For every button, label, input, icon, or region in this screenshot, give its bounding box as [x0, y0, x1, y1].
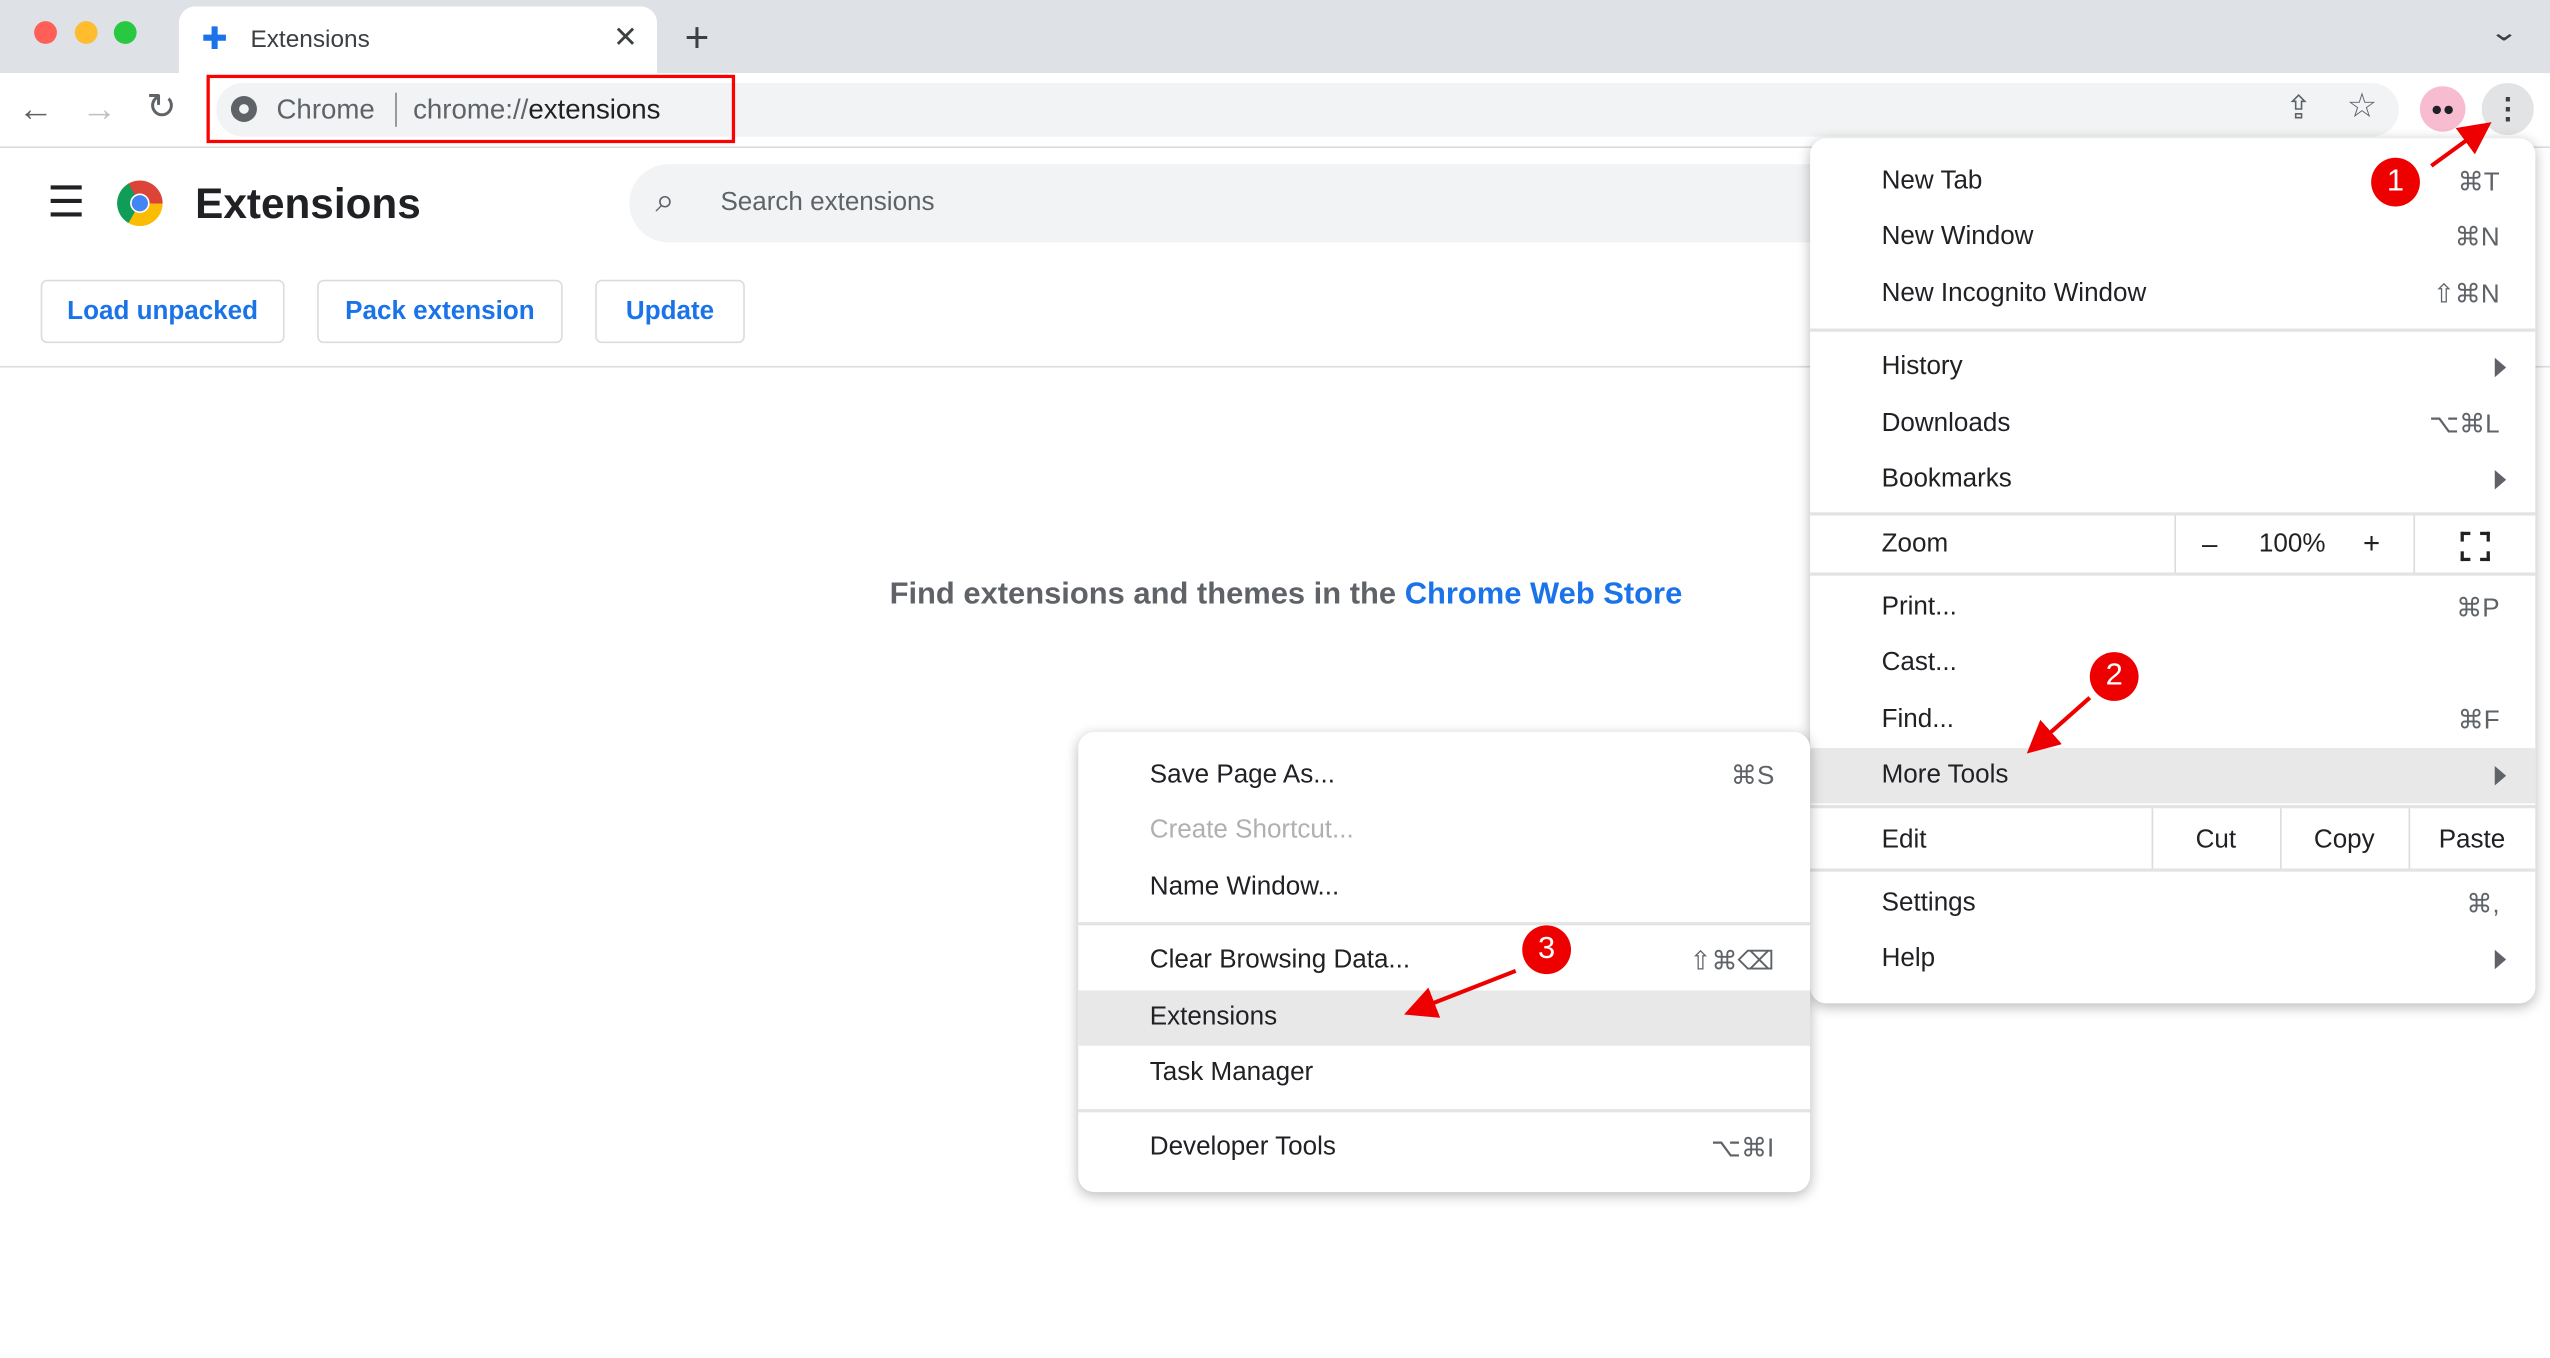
- annotation-arrow-1: [2430, 122, 2492, 168]
- step-badge-1: 1: [2371, 157, 2420, 207]
- annotation-arrow-3: [1404, 969, 1517, 1018]
- annotation-arrow-2: [2026, 696, 2092, 754]
- annotation-arrows: [1404, 122, 2492, 1018]
- step-badge-3: 3: [1522, 925, 1572, 975]
- step-badge-2: 2: [2089, 652, 2139, 701]
